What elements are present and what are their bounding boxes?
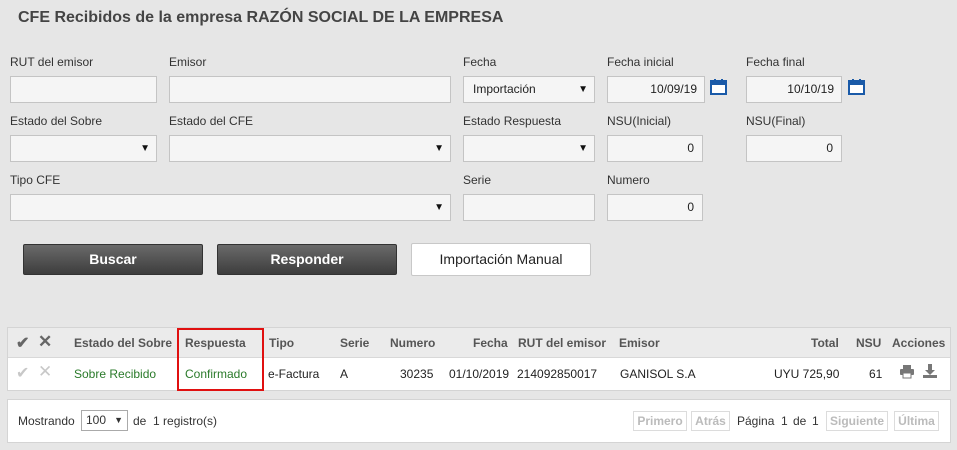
fecha-inicial-input[interactable]: 10/09/19 xyxy=(607,76,705,103)
download-icon[interactable] xyxy=(922,363,938,379)
estado-cfe-select[interactable]: ▼ xyxy=(169,135,451,162)
print-icon[interactable] xyxy=(899,364,915,379)
fecha-inicial-label: Fecha inicial xyxy=(607,55,674,69)
rut-emisor-label: RUT del emisor xyxy=(10,55,94,69)
cell-numero: 30235 xyxy=(400,367,434,381)
col-rut-emisor[interactable]: RUT del emisor xyxy=(518,336,606,350)
mostrando-label: Mostrando xyxy=(18,414,75,428)
fecha-label: Fecha xyxy=(463,55,497,69)
cell-fecha: 01/10/2019 xyxy=(449,367,510,381)
ultima-button[interactable]: Última xyxy=(894,411,939,431)
col-estado-sobre[interactable]: Estado del Sobre xyxy=(74,336,172,350)
fecha-select-value: Importación xyxy=(473,82,536,96)
col-acciones: Acciones xyxy=(892,336,946,350)
col-emisor[interactable]: Emisor xyxy=(619,336,660,350)
dropdown-arrow-icon: ▼ xyxy=(434,202,444,213)
col-nsu[interactable]: NSU xyxy=(856,336,881,350)
cell-tipo: e-Factura xyxy=(268,367,320,381)
estado-respuesta-label: Estado Respuesta xyxy=(463,114,562,128)
check-icon[interactable]: ✔ xyxy=(16,333,29,353)
check-icon[interactable]: ✔ xyxy=(16,363,29,383)
importacion-manual-button[interactable]: Importación Manual xyxy=(411,243,591,276)
estado-cfe-label: Estado del CFE xyxy=(169,114,254,128)
fecha-select[interactable]: Importación ▼ xyxy=(463,76,595,103)
col-numero[interactable]: Numero xyxy=(390,336,435,350)
cell-serie: A xyxy=(340,367,349,381)
emisor-input[interactable] xyxy=(169,76,451,103)
respuesta-highlight-box xyxy=(177,328,264,391)
dropdown-arrow-icon: ▼ xyxy=(578,84,588,95)
col-serie[interactable]: Serie xyxy=(340,336,369,350)
current-page: 1 xyxy=(781,414,788,428)
numero-input[interactable]: 0 xyxy=(607,194,703,221)
table-header: ✔ ✕ Estado del Sobre Respuesta Tipo Seri… xyxy=(8,328,950,358)
responder-button[interactable]: Responder xyxy=(217,244,397,275)
col-fecha[interactable]: Fecha xyxy=(473,336,508,350)
tipo-cfe-select[interactable]: ▼ xyxy=(10,194,451,221)
registros-count: de 1 registro(s) xyxy=(133,414,218,428)
close-icon[interactable]: ✕ xyxy=(38,362,52,382)
close-icon[interactable]: ✕ xyxy=(38,332,52,352)
dropdown-arrow-icon: ▼ xyxy=(434,143,444,154)
buscar-button[interactable]: Buscar xyxy=(23,244,203,275)
emisor-label: Emisor xyxy=(169,55,207,69)
calendar-icon[interactable] xyxy=(848,79,865,95)
page-size-select[interactable]: 100 ▼ xyxy=(81,410,128,431)
cell-rut: 214092850017 xyxy=(517,367,598,381)
primero-button[interactable]: Primero xyxy=(633,411,687,431)
estado-respuesta-select[interactable]: ▼ xyxy=(463,135,595,162)
fecha-final-input[interactable]: 10/10/19 xyxy=(746,76,842,103)
de-label: de xyxy=(793,414,807,428)
fecha-final-label: Fecha final xyxy=(746,55,805,69)
nsu-inicial-input[interactable]: 0 xyxy=(607,135,703,162)
col-total[interactable]: Total xyxy=(811,336,839,350)
nsu-final-label: NSU(Final) xyxy=(746,114,806,128)
siguiente-button[interactable]: Siguiente xyxy=(826,411,888,431)
rut-emisor-input[interactable] xyxy=(10,76,157,103)
cell-estado-sobre: Sobre Recibido xyxy=(74,367,157,381)
col-tipo[interactable]: Tipo xyxy=(269,336,294,350)
page-size-value: 100 xyxy=(86,413,107,427)
dropdown-arrow-icon: ▼ xyxy=(114,415,123,425)
serie-input[interactable] xyxy=(463,194,595,221)
cell-emisor: GANISOL S.A xyxy=(620,367,696,381)
cell-total: UYU 725,90 xyxy=(774,367,840,381)
atras-button[interactable]: Atrás xyxy=(691,411,730,431)
dropdown-arrow-icon: ▼ xyxy=(140,143,150,154)
nsu-inicial-label: NSU(Inicial) xyxy=(607,114,672,128)
estado-sobre-label: Estado del Sobre xyxy=(10,114,103,128)
results-table: ✔ ✕ Estado del Sobre Respuesta Tipo Seri… xyxy=(7,327,951,391)
pagina-label: Página xyxy=(737,414,775,428)
total-pages: 1 xyxy=(812,414,819,428)
calendar-icon[interactable] xyxy=(710,79,727,95)
serie-label: Serie xyxy=(463,173,492,187)
pagination-bar: Mostrando 100 ▼ de 1 registro(s) Primero… xyxy=(7,399,951,443)
tipo-cfe-label: Tipo CFE xyxy=(10,173,61,187)
dropdown-arrow-icon: ▼ xyxy=(578,143,588,154)
nsu-final-input[interactable]: 0 xyxy=(746,135,842,162)
page-title: CFE Recibidos de la empresa RAZÓN SOCIAL… xyxy=(18,9,504,26)
cell-nsu: 61 xyxy=(869,367,883,381)
estado-sobre-select[interactable]: ▼ xyxy=(10,135,157,162)
numero-label: Numero xyxy=(607,173,650,187)
